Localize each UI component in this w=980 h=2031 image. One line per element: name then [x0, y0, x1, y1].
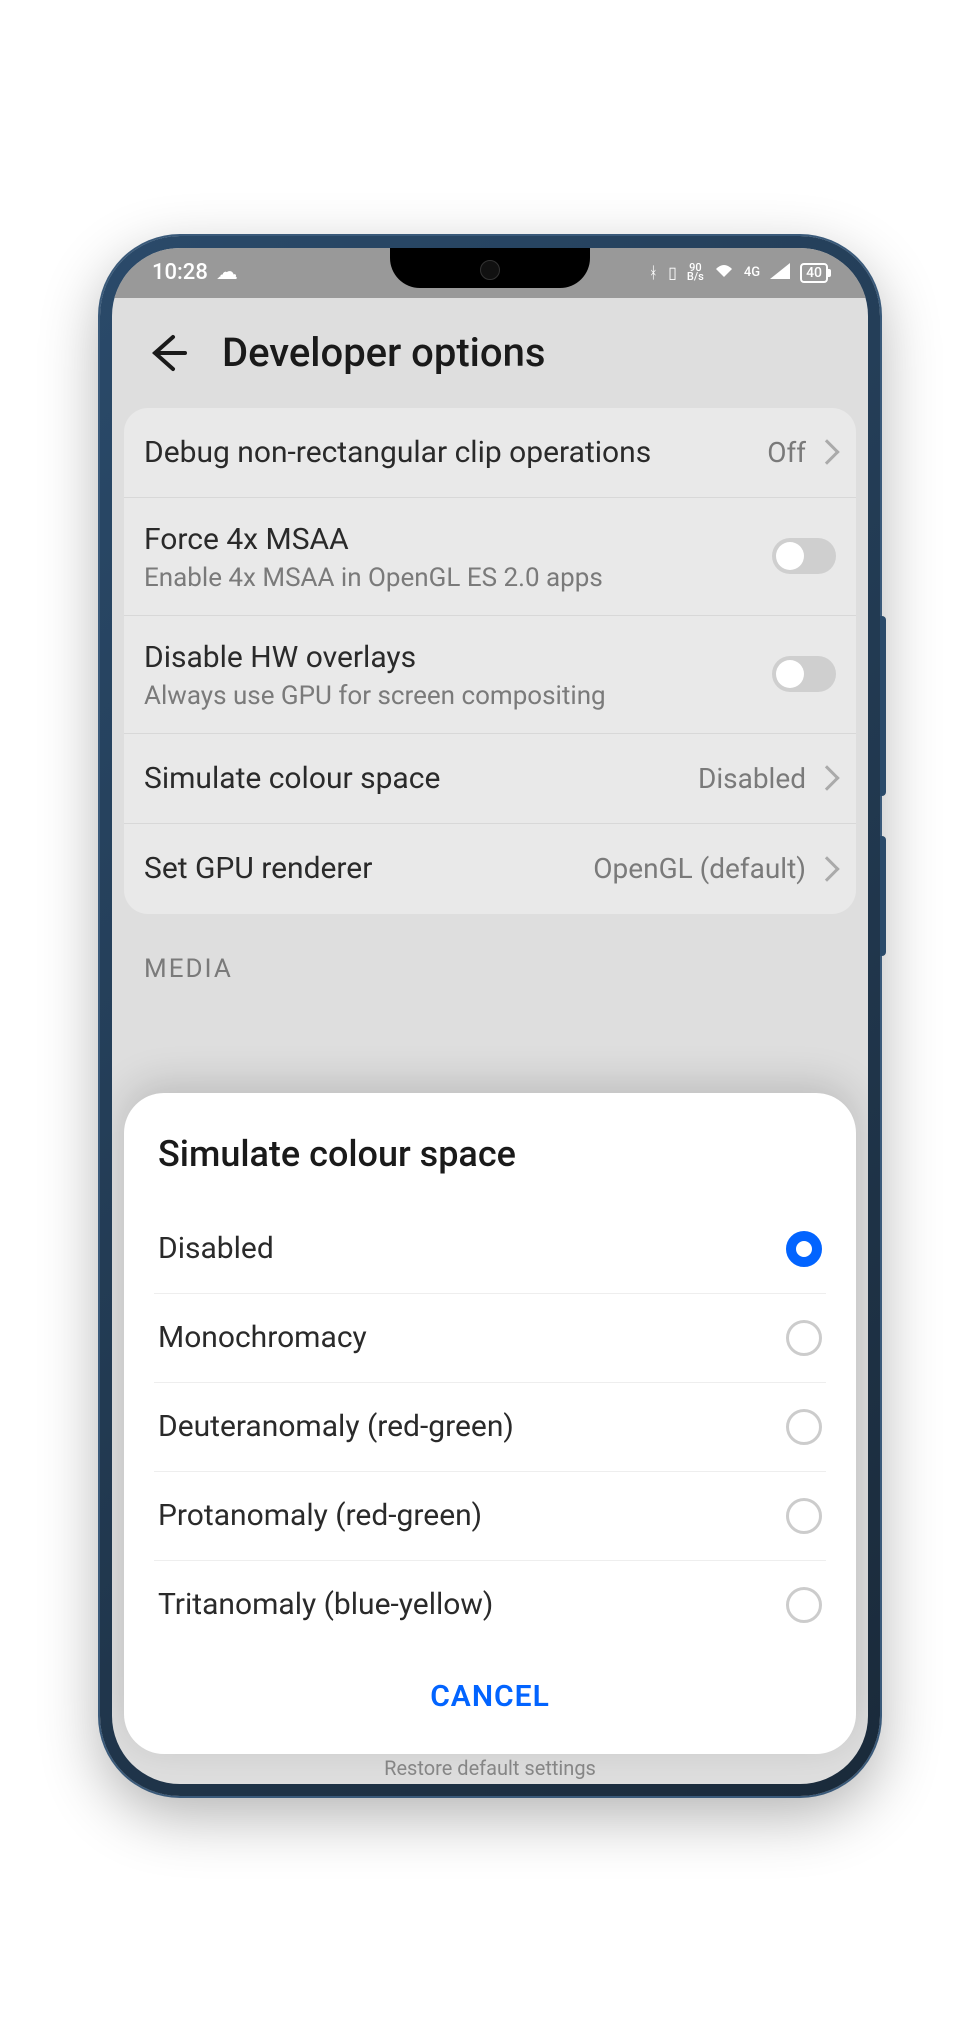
- option-protanomaly[interactable]: Protanomaly (red-green): [154, 1472, 826, 1561]
- wifi-icon: [714, 263, 734, 283]
- net-type: 4G: [744, 265, 760, 280]
- row-title: Disable HW overlays: [144, 638, 772, 677]
- row-disable-hw-overlays[interactable]: Disable HW overlays Always use GPU for s…: [124, 616, 856, 734]
- row-force-msaa[interactable]: Force 4x MSAA Enable 4x MSAA in OpenGL E…: [124, 498, 856, 616]
- row-value: OpenGL (default): [593, 852, 806, 885]
- sheet-title: Simulate colour space: [154, 1133, 826, 1175]
- option-monochromacy[interactable]: Monochromacy: [154, 1294, 826, 1383]
- option-label: Protanomaly (red-green): [158, 1498, 482, 1533]
- row-title: Set GPU renderer: [144, 849, 593, 888]
- row-title: Simulate colour space: [144, 759, 698, 798]
- radio-icon: [786, 1409, 822, 1445]
- option-label: Disabled: [158, 1231, 274, 1266]
- radio-icon: [786, 1587, 822, 1623]
- row-title: Debug non-rectangular clip operations: [144, 433, 767, 472]
- signal-icon: [770, 263, 790, 283]
- option-label: Deuteranomaly (red-green): [158, 1409, 514, 1444]
- option-deuteranomaly[interactable]: Deuteranomaly (red-green): [154, 1383, 826, 1472]
- row-title: Force 4x MSAA: [144, 520, 772, 559]
- row-value: Off: [767, 436, 806, 469]
- wechat-icon: ☁: [216, 260, 238, 285]
- chevron-right-icon: [814, 765, 839, 790]
- radio-icon: [786, 1498, 822, 1534]
- row-set-gpu-renderer[interactable]: Set GPU renderer OpenGL (default): [124, 824, 856, 914]
- notch: [390, 248, 590, 288]
- row-simulate-colour-space[interactable]: Simulate colour space Disabled: [124, 734, 856, 824]
- cancel-button[interactable]: CANCEL: [154, 1649, 826, 1724]
- net-speed-bot: B/s: [687, 273, 704, 282]
- page-title: Developer options: [222, 329, 545, 376]
- bluetooth-icon: ᚼ: [649, 263, 659, 282]
- screen: 10:28 ☁ ᚼ ▯ 90 B/s 4G 40: [112, 248, 868, 1784]
- restore-defaults-hint: Restore default settings: [112, 1756, 868, 1780]
- option-disabled[interactable]: Disabled: [154, 1205, 826, 1294]
- row-debug-clip[interactable]: Debug non-rectangular clip operations Of…: [124, 408, 856, 498]
- option-tritanomaly[interactable]: Tritanomaly (blue-yellow): [154, 1561, 826, 1649]
- row-value: Disabled: [698, 762, 806, 795]
- radio-icon: [786, 1320, 822, 1356]
- settings-card: Debug non-rectangular clip operations Of…: [124, 408, 856, 914]
- battery-icon: 40: [800, 263, 828, 283]
- section-media-label: MEDIA: [124, 914, 856, 1004]
- chevron-right-icon: [814, 856, 839, 881]
- toggle-hw-overlays[interactable]: [772, 656, 836, 692]
- row-subtitle: Always use GPU for screen compositing: [144, 681, 772, 711]
- status-time: 10:28: [152, 260, 208, 285]
- vibrate-icon: ▯: [668, 263, 677, 282]
- bottom-sheet-simulate-colour: Simulate colour space Disabled Monochrom…: [124, 1093, 856, 1754]
- back-button[interactable]: [142, 328, 192, 378]
- phone-frame: 10:28 ☁ ᚼ ▯ 90 B/s 4G 40: [100, 236, 880, 1796]
- chevron-right-icon: [814, 439, 839, 464]
- option-label: Tritanomaly (blue-yellow): [158, 1587, 493, 1622]
- page-header: Developer options: [112, 298, 868, 408]
- radio-selected-icon: [786, 1231, 822, 1267]
- toggle-msaa[interactable]: [772, 538, 836, 574]
- option-label: Monochromacy: [158, 1320, 367, 1355]
- row-subtitle: Enable 4x MSAA in OpenGL ES 2.0 apps: [144, 563, 772, 593]
